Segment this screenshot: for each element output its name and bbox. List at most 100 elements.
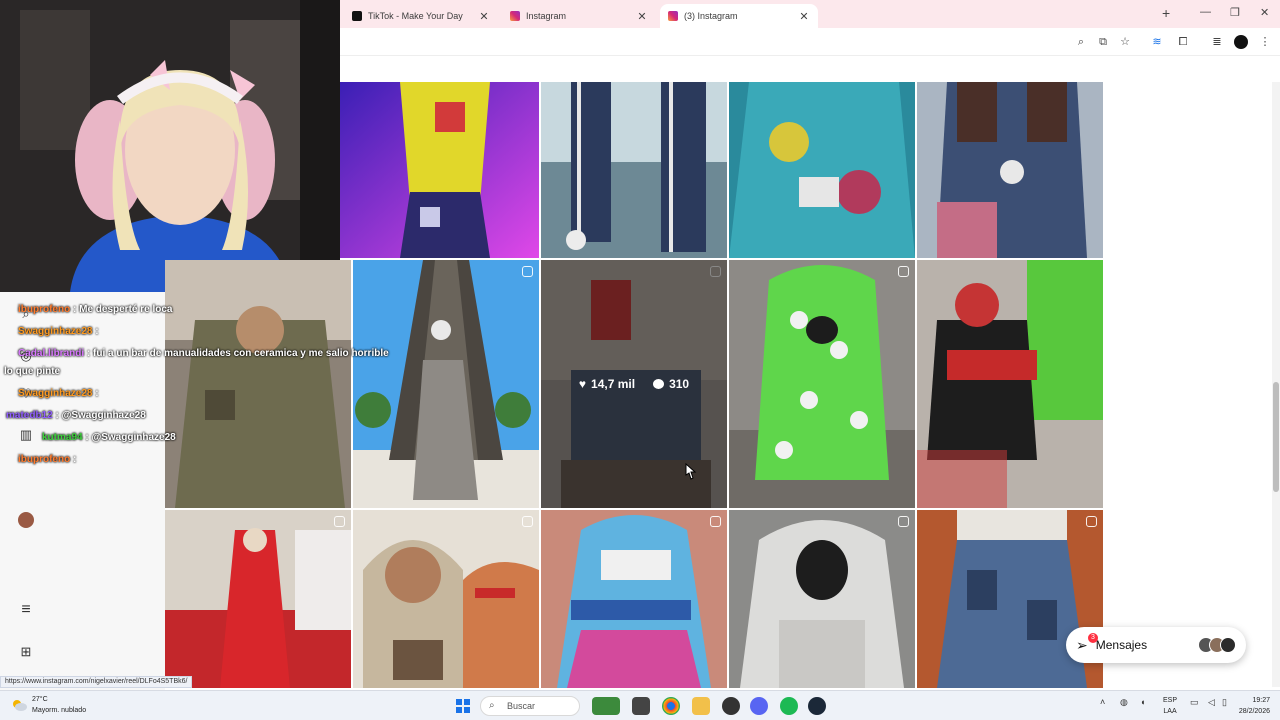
- avatar: [1220, 637, 1236, 653]
- battery-icon[interactable]: ▯: [1222, 697, 1240, 715]
- stream-chat: ibuprofeno : Me desperté re loca Swaggin…: [0, 300, 460, 470]
- display-icon[interactable]: ▭: [1190, 697, 1208, 715]
- tab-strip: TikTok - Make Your Day ✕ Instagram ✕ (3)…: [340, 0, 1280, 28]
- chat-message: : fui a un bar de manualidades con ceram…: [86, 348, 389, 359]
- taskbar: 27°C Mayorm. nublado ⌕ Buscar ˄ ◍ ◖ ESP …: [0, 690, 1280, 720]
- post-thumbnail[interactable]: [729, 510, 915, 688]
- extensions-icon[interactable]: ⧠: [1176, 35, 1190, 49]
- browser-toolbar: ⌕ ⧉ ☆ ≋ ⧠ ≣ ⋮: [340, 28, 1280, 56]
- app-icon[interactable]: [722, 697, 740, 715]
- reel-icon: [710, 516, 721, 527]
- media-control-icon[interactable]: ≣: [1210, 35, 1224, 49]
- zoom-icon[interactable]: ⌕: [1074, 35, 1088, 49]
- post-thumbnail[interactable]: [165, 510, 351, 688]
- chat-line: Swagginhaze28 :: [4, 388, 99, 399]
- reel-icon: [898, 266, 909, 277]
- message-avatars: [1198, 637, 1236, 653]
- chat-username: Swagginhaze28: [18, 388, 93, 399]
- status-url: https://www.instagram.com/nigelxavier/re…: [0, 676, 193, 688]
- install-app-icon[interactable]: ⧉: [1096, 35, 1110, 49]
- weather-icon: [13, 700, 27, 711]
- tab-tiktok[interactable]: TikTok - Make Your Day ✕: [344, 4, 498, 28]
- tiktok-icon: [352, 11, 362, 21]
- translate-extension-icon[interactable]: ≋: [1150, 35, 1164, 49]
- messages-button[interactable]: ➢ 3 Mensajes: [1066, 627, 1246, 663]
- lang-line-2: LAA: [1163, 708, 1177, 715]
- messages-label: Mensajes: [1095, 638, 1148, 652]
- discord-icon[interactable]: [750, 697, 768, 715]
- tab-label: Instagram: [526, 11, 567, 21]
- file-explorer-icon[interactable]: [692, 697, 710, 715]
- screen: ⌕ ◎ ♡ ▥ ≡ ⊞ TikTok - Make Your Day ✕ Ins…: [0, 0, 1280, 720]
- taskbar-clock[interactable]: 19:27 28/2/2026: [1239, 695, 1270, 717]
- close-icon[interactable]: ✕: [798, 10, 810, 23]
- clock-time: 19:27: [1252, 697, 1270, 704]
- post-thumbnail[interactable]: [729, 82, 915, 258]
- steam-icon[interactable]: [808, 697, 826, 715]
- post-thumbnail[interactable]: [729, 260, 915, 508]
- more-menu-icon[interactable]: ⋮: [1258, 35, 1272, 49]
- scrollbar-thumb[interactable]: [1273, 382, 1279, 492]
- post-thumbnail[interactable]: [917, 260, 1103, 508]
- post-thumbnail[interactable]: [541, 82, 727, 258]
- chat-message: : @Swagginhaze28: [55, 410, 146, 421]
- chat-username: Cadal.librandi: [18, 348, 85, 359]
- post-thumbnail[interactable]: [340, 82, 539, 258]
- weather-desc: Mayorm. nublado: [32, 707, 87, 714]
- reel-icon: [522, 516, 533, 527]
- tab-instagram[interactable]: Instagram ✕: [502, 4, 656, 28]
- chat-username: matedb12: [6, 410, 53, 421]
- likes-stat: ♥ 14,7 mil: [579, 377, 635, 391]
- chat-message: lo que pinte: [4, 366, 61, 377]
- network-icon[interactable]: ◍: [1120, 697, 1138, 715]
- tray-chevron-icon[interactable]: ˄: [1100, 697, 1118, 715]
- post-thumbnail-hovered[interactable]: ♥ 14,7 mil 310: [541, 260, 727, 508]
- post-thumbnail[interactable]: [541, 510, 727, 688]
- comment-icon: [653, 379, 665, 389]
- menu-icon[interactable]: ≡: [18, 602, 34, 618]
- tab-instagram-active[interactable]: (3) Instagram ✕: [660, 4, 818, 28]
- chrome-icon[interactable]: [662, 697, 680, 715]
- reel-icon: [898, 516, 909, 527]
- bookmark-star-icon[interactable]: ☆: [1118, 35, 1132, 49]
- task-view-icon[interactable]: [632, 697, 650, 715]
- weather-temp: 27°C: [32, 696, 48, 703]
- windows-start-icon[interactable]: [454, 697, 472, 715]
- mic-icon[interactable]: ◖: [1140, 697, 1158, 715]
- webcam-overlay: [0, 0, 340, 292]
- post-thumbnail[interactable]: [353, 510, 539, 688]
- comments-count: 310: [669, 377, 690, 391]
- chat-message: :: [95, 388, 99, 399]
- profile-avatar[interactable]: [18, 512, 34, 528]
- chat-message: :: [73, 454, 77, 465]
- chat-line: ibuprofeno : Me desperté re loca: [4, 304, 172, 315]
- apps-icon[interactable]: ⊞: [18, 644, 34, 660]
- profile-avatar-browser[interactable]: [1234, 35, 1248, 49]
- chat-line: kutma94 : @Swagginhaze28: [4, 432, 176, 443]
- close-icon[interactable]: ✕: [478, 10, 490, 23]
- taskbar-widget-icon[interactable]: [592, 697, 620, 715]
- search-icon: ⌕: [489, 700, 495, 711]
- spotify-icon[interactable]: [780, 697, 798, 715]
- language-indicator[interactable]: ESP LAA: [1163, 695, 1177, 717]
- post-thumbnail[interactable]: [917, 510, 1103, 688]
- new-tab-button[interactable]: +: [1162, 5, 1170, 21]
- taskbar-search[interactable]: ⌕ Buscar: [480, 696, 580, 716]
- mouse-cursor-icon: [685, 463, 697, 480]
- instagram-icon: [668, 11, 678, 21]
- comments-stat: 310: [653, 377, 689, 391]
- messages-badge: 3: [1088, 633, 1098, 643]
- close-window-icon[interactable]: ✕: [1260, 6, 1269, 19]
- weather-widget[interactable]: 27°C Mayorm. nublado: [32, 694, 86, 716]
- chat-line: Cadal.librandi : fui a un bar de manuali…: [4, 348, 389, 359]
- page-scrollbar[interactable]: [1272, 82, 1280, 687]
- chat-username: ibuprofeno: [18, 454, 71, 465]
- chat-line: ibuprofeno :: [4, 454, 76, 465]
- messenger-icon: ➢: [1076, 636, 1088, 653]
- restore-icon[interactable]: ❐: [1230, 6, 1240, 19]
- close-icon[interactable]: ✕: [636, 10, 648, 23]
- search-placeholder: Buscar: [507, 701, 536, 711]
- minimize-icon[interactable]: —: [1200, 6, 1211, 18]
- tab-label: TikTok - Make Your Day: [368, 11, 463, 21]
- post-thumbnail[interactable]: [917, 82, 1103, 258]
